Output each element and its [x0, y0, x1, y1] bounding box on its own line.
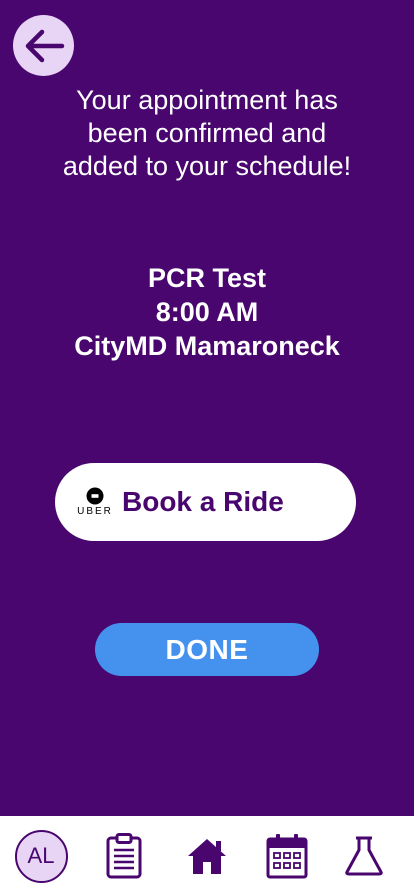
appointment-time: 8:00 AM — [155, 297, 259, 327]
appointment-location: CityMD Mamaroneck — [74, 331, 340, 361]
confirmation-line: been confirmed and — [87, 118, 327, 148]
done-button[interactable]: DONE — [95, 623, 319, 676]
uber-logo: UBER — [73, 487, 117, 517]
confirmation-screen: Your appointment has been confirmed and … — [0, 0, 414, 816]
avatar: AL — [14, 829, 68, 883]
tab-lab[interactable] — [340, 816, 388, 896]
clipboard-icon — [106, 833, 142, 879]
uber-wordmark: UBER — [77, 506, 113, 517]
tab-home[interactable] — [182, 816, 232, 896]
back-button[interactable] — [13, 15, 74, 76]
book-ride-label: Book a Ride — [122, 486, 284, 517]
tab-profile[interactable]: AL — [12, 816, 70, 896]
flask-icon — [345, 836, 383, 876]
appointment-details: PCR Test 8:00 AM CityMD Mamaroneck — [0, 261, 414, 363]
confirmation-message: Your appointment has been confirmed and … — [0, 84, 414, 183]
book-ride-button[interactable]: UBER Book a Ride — [55, 463, 356, 541]
confirmation-line: Your appointment has — [76, 85, 338, 115]
arrow-left-icon — [25, 29, 64, 62]
calendar-icon — [266, 834, 308, 879]
appointment-test: PCR Test — [147, 263, 267, 293]
tab-calendar[interactable] — [262, 816, 312, 896]
confirmation-line: added to your schedule! — [62, 151, 352, 181]
home-icon — [188, 839, 226, 874]
tab-records[interactable] — [100, 816, 148, 896]
uber-mark-icon — [86, 487, 104, 505]
bottom-tab-bar: AL — [0, 816, 414, 896]
